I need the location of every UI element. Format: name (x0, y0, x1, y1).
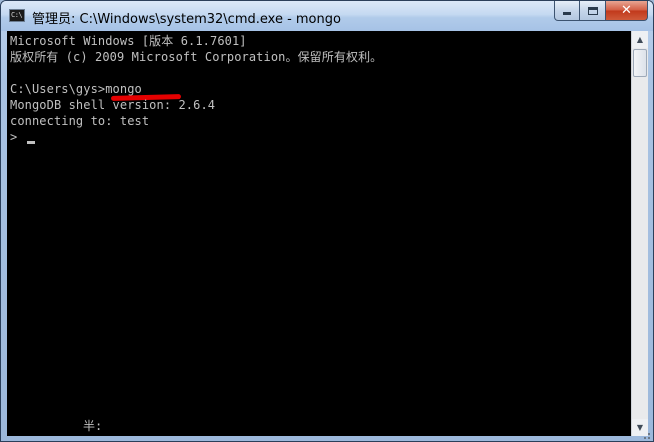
scroll-up-button[interactable]: ▲ (632, 31, 648, 48)
console-line: 版权所有 (c) 2009 Microsoft Corporation。保留所有… (10, 50, 383, 64)
chevron-down-icon: ▼ (636, 423, 644, 432)
maximize-button[interactable] (580, 1, 606, 21)
console-line: C:\Users\gys>mongo (10, 82, 142, 96)
console-line: MongoDB shell version: 2.6.4 (10, 98, 216, 112)
title-bar[interactable]: C:\ 管理员: C:\Windows\system32\cmd.exe - m… (1, 1, 653, 31)
maximize-icon (587, 6, 598, 15)
window-controls: ✕ (554, 1, 648, 21)
resize-grip[interactable] (644, 433, 650, 439)
close-button[interactable]: ✕ (606, 1, 648, 21)
close-icon: ✕ (621, 3, 632, 18)
console-line: Microsoft Windows [版本 6.1.7601] (10, 34, 247, 48)
console-prompt: > (10, 130, 18, 144)
window-title: 管理员: C:\Windows\system32\cmd.exe - mongo (32, 12, 341, 27)
minimize-icon (563, 12, 571, 15)
ime-status: 半: (83, 419, 103, 433)
scroll-thumb[interactable] (633, 49, 647, 77)
console-line: connecting to: test (10, 114, 150, 128)
vertical-scrollbar[interactable]: ▲ ▼ (631, 31, 648, 436)
minimize-button[interactable] (554, 1, 580, 21)
console-output[interactable]: Microsoft Windows [版本 6.1.7601] 版权所有 (c)… (7, 31, 631, 436)
cmd-app-icon[interactable]: C:\ (9, 9, 25, 22)
text-cursor (27, 141, 35, 144)
chevron-up-icon: ▲ (636, 35, 644, 44)
cmd-window: C:\ 管理员: C:\Windows\system32\cmd.exe - m… (0, 0, 654, 442)
